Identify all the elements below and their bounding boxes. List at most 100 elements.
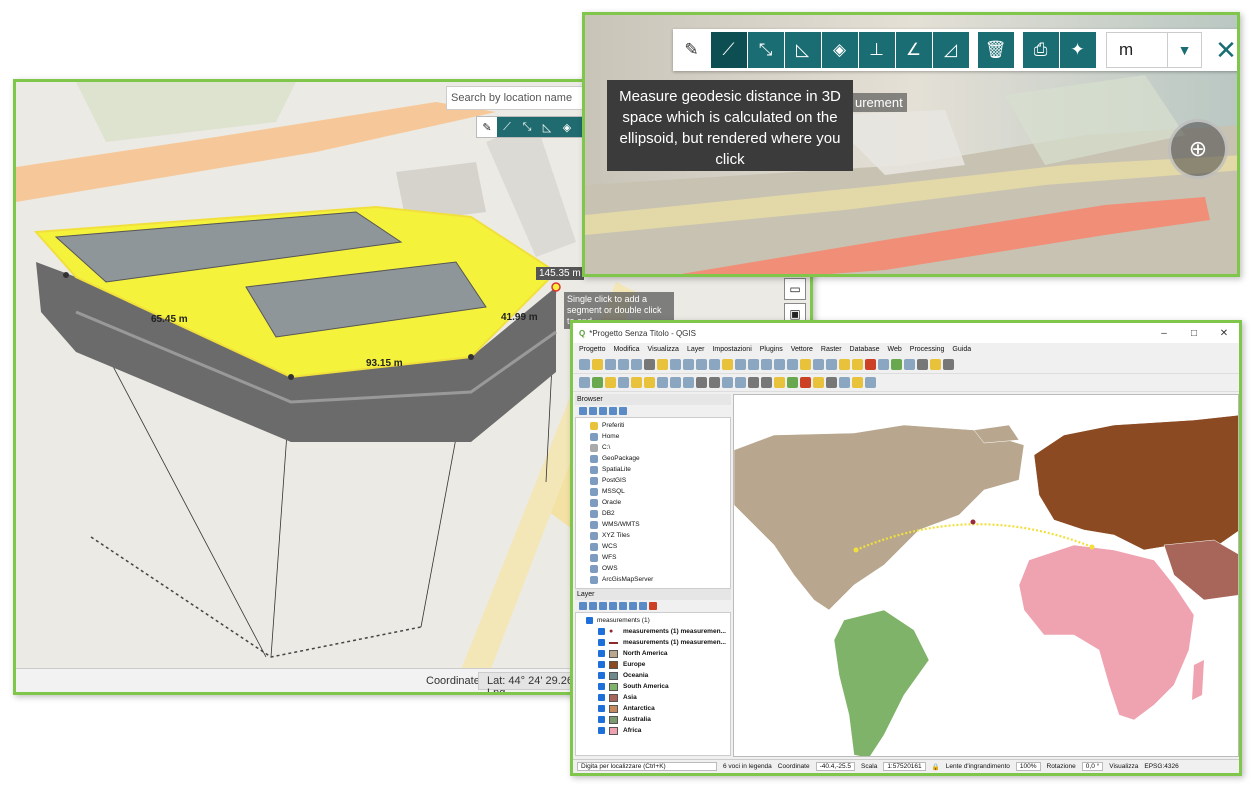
checkbox[interactable] [598,628,605,635]
locator-input[interactable]: Digita per localizzare (Ctrl+K) [577,762,717,771]
layer-item[interactable]: Africa [576,725,730,736]
layer-item[interactable]: Oceania [576,670,730,681]
plugin-icon[interactable] [839,377,850,388]
layer-item[interactable]: Asia [576,692,730,703]
save-edits-icon[interactable] [657,377,668,388]
location-search-input[interactable]: Search by location name [446,86,591,110]
browser-item[interactable]: SpatiaLite [576,464,730,475]
add-vector-icon[interactable] [605,377,616,388]
refresh-icon[interactable] [813,359,824,370]
vertex-tool-icon[interactable] [683,377,694,388]
filter-icon[interactable] [599,407,607,415]
python-icon[interactable] [852,377,863,388]
zoom-in-icon[interactable] [683,359,694,370]
browser-item[interactable]: MSSQL [576,486,730,497]
layer-item[interactable]: North America [576,648,730,659]
checkbox[interactable] [598,672,605,679]
unit-select[interactable]: m ▼ [1106,32,1202,68]
browser-item[interactable]: WFS [576,552,730,563]
crs-value[interactable]: EPSG:4326 [1144,763,1178,770]
add-layer-icon[interactable] [592,377,603,388]
area-3d-icon[interactable]: ◺ [537,117,557,137]
close-icon[interactable]: ✕ [1208,35,1237,66]
refresh-icon[interactable] [589,407,597,415]
copy-icon[interactable] [722,377,733,388]
world-map[interactable] [734,395,1239,757]
browser-item[interactable]: XYZ Tiles [576,530,730,541]
menu-guida[interactable]: Guida [952,346,971,353]
checkbox[interactable] [598,683,605,690]
add-raster-icon[interactable] [618,377,629,388]
new-map-view-icon[interactable] [787,359,798,370]
checkbox[interactable] [586,617,593,624]
zoom-next-icon[interactable] [774,359,785,370]
maximize-icon[interactable]: □ [1179,328,1209,339]
checkbox[interactable] [598,716,605,723]
style-manager-icon[interactable] [644,359,655,370]
distance-3d-icon[interactable]: ⤡ [517,117,537,137]
browser-item[interactable]: Oracle [576,497,730,508]
label-rotate-icon[interactable] [813,377,824,388]
menu-progetto[interactable]: Progetto [579,346,605,353]
field-calculator-icon[interactable] [891,359,902,370]
browser-item[interactable]: ArcGisMapServer [576,574,730,585]
zoom-out-icon[interactable] [696,359,707,370]
action-icon[interactable] [839,359,850,370]
browser-item[interactable]: DB2 [576,508,730,519]
area-3d-icon[interactable]: ◺ [784,32,821,68]
lock-icon[interactable]: 🔒 [932,763,940,771]
polygon-icon[interactable]: ◈ [821,32,858,68]
pencil-icon[interactable] [644,377,655,388]
minimize-icon[interactable]: – [1149,328,1179,339]
clear-icon[interactable]: ✦ [1059,32,1096,68]
paste-icon[interactable] [735,377,746,388]
render-label[interactable]: Visualizza [1109,763,1138,770]
text-icon[interactable] [943,359,954,370]
style-icon[interactable] [579,602,587,610]
menu-layer[interactable]: Layer [687,346,705,353]
collapse-icon[interactable] [639,602,647,610]
checkbox[interactable] [598,650,605,657]
menu-raster[interactable]: Raster [821,346,842,353]
save-icon[interactable] [605,359,616,370]
zoom-full-icon[interactable] [709,359,720,370]
pan-icon[interactable] [657,359,668,370]
attribute-table-icon[interactable] [878,359,889,370]
visibility-icon[interactable] [599,602,607,610]
height-icon[interactable]: ⊥ [858,32,895,68]
angle-icon[interactable]: ∠ [895,32,932,68]
compass-icon[interactable]: ⊕ [1168,119,1228,179]
browser-item[interactable]: WMS/WMTS [576,519,730,530]
menu-database[interactable]: Database [850,346,880,353]
zoom-layer-icon[interactable] [735,359,746,370]
data-source-icon[interactable] [579,377,590,388]
deselect-icon[interactable] [865,359,876,370]
zoom-native-icon[interactable] [748,359,759,370]
book-icon[interactable] [865,377,876,388]
pan-to-selection-icon[interactable] [670,359,681,370]
open-icon[interactable] [592,359,603,370]
layer-group[interactable]: measurements (1) [576,615,730,626]
distance-icon[interactable]: ⟋ [710,32,747,68]
filter-icon[interactable] [609,602,617,610]
bookmark-icon[interactable] [800,359,811,370]
close-icon[interactable]: ✕ [1209,328,1239,339]
redo-icon[interactable] [761,377,772,388]
expression-icon[interactable] [619,602,627,610]
checkbox[interactable] [598,694,605,701]
menu-web[interactable]: Web [888,346,902,353]
rotation-value[interactable]: 0,0 ° [1081,762,1104,771]
scale-value[interactable]: 1:57520161 [883,762,926,771]
browser-item[interactable]: C:\ [576,442,730,453]
browser-item[interactable]: WCS [576,541,730,552]
add-selected-icon[interactable] [579,407,587,415]
browser-item[interactable]: PostGIS [576,475,730,486]
coord-value[interactable]: -40.4,-25.5 [815,762,856,771]
ruler-icon[interactable]: ✎ [477,117,497,137]
browser-item[interactable]: Preferiti [576,420,730,431]
magnifier-value[interactable]: 100% [1015,762,1041,771]
menu-impostazioni[interactable]: Impostazioni [712,346,751,353]
trash-icon[interactable]: 🗑 [977,32,1014,68]
label-move-icon[interactable] [800,377,811,388]
annotation-icon[interactable] [930,359,941,370]
